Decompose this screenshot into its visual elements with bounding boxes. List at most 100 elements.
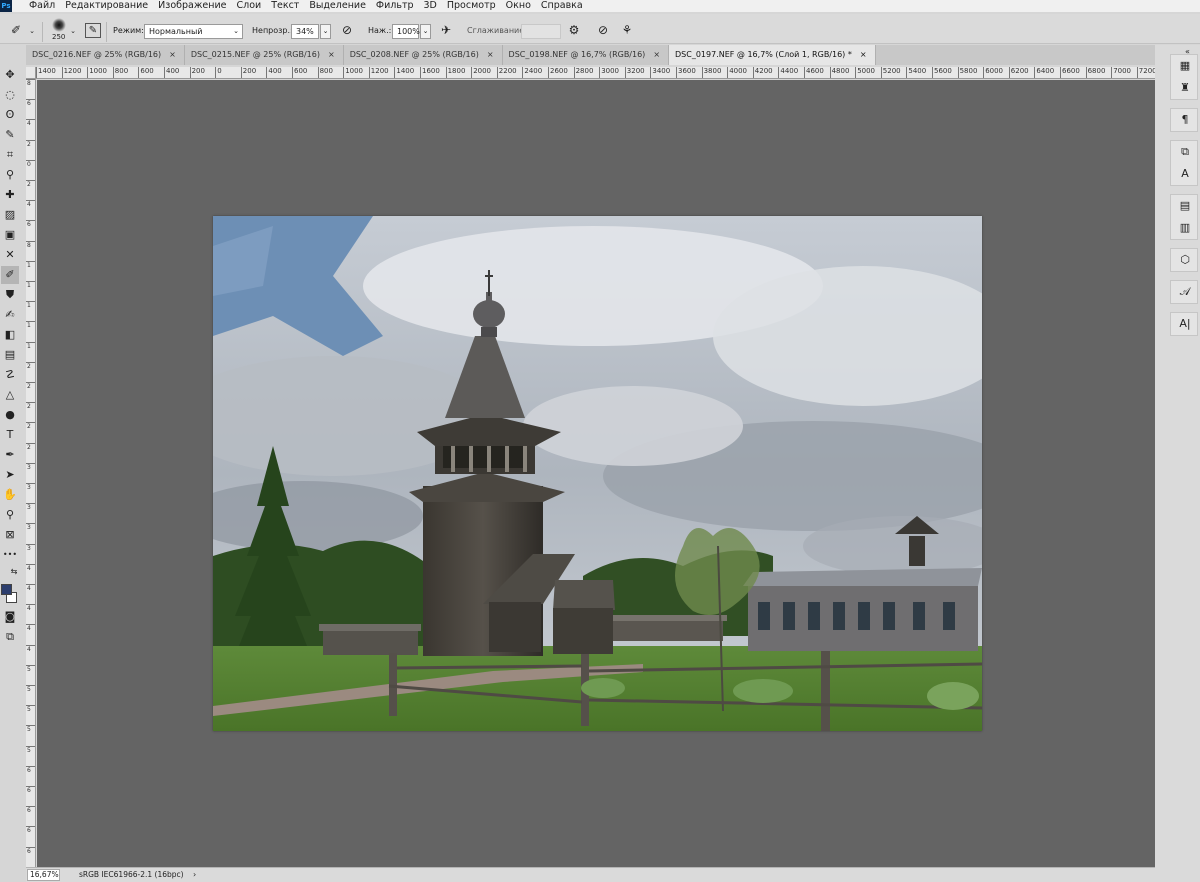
pressure-opacity-icon[interactable]: ⊘ bbox=[339, 23, 355, 37]
notes-icon[interactable]: ▥ bbox=[1171, 219, 1199, 237]
brush-preset-icon[interactable]: ✐ bbox=[8, 23, 24, 37]
ruler-tick-label: 200 bbox=[189, 67, 205, 78]
ruler-tick-label: 1200 bbox=[368, 67, 389, 78]
menu-view[interactable]: Просмотр bbox=[442, 0, 501, 12]
gradient-tool-icon[interactable]: ▤ bbox=[1, 346, 19, 364]
screen-mode-icon[interactable]: ⧉ bbox=[1, 628, 19, 646]
puppet-warp-tool-icon[interactable]: ✕ bbox=[1, 246, 19, 264]
text-tool-icon[interactable]: T bbox=[1, 426, 19, 444]
menu-help[interactable]: Справка bbox=[536, 0, 588, 12]
gear-icon[interactable]: ⚙ bbox=[566, 23, 582, 37]
menu-3d[interactable]: 3D bbox=[419, 0, 442, 12]
history-icon[interactable]: ▦ bbox=[1171, 57, 1199, 75]
swatches-icon[interactable]: ▤ bbox=[1171, 197, 1199, 215]
ruler-tick-label: 6600 bbox=[1060, 67, 1080, 78]
smudge-tool-icon[interactable]: ☡ bbox=[1, 366, 19, 384]
pressure-size-icon[interactable]: ⊘ bbox=[595, 23, 611, 37]
character-icon[interactable]: A| bbox=[1171, 315, 1199, 333]
opacity-dropdown[interactable]: ⌄ bbox=[320, 24, 331, 39]
paragraph-icon[interactable]: ¶ bbox=[1171, 111, 1199, 129]
ruler-tick-label: 4 bbox=[26, 563, 35, 572]
more-tools-icon[interactable]: ••• bbox=[1, 546, 19, 564]
patch-tool-icon[interactable]: ▨ bbox=[1, 206, 19, 224]
eraser-tool-icon[interactable]: ◧ bbox=[1, 326, 19, 344]
menu-text[interactable]: Текст bbox=[266, 0, 304, 12]
tab-dsc-0216[interactable]: DSC_0216.NEF @ 25% (RGB/16) × bbox=[26, 45, 185, 65]
panel-group: ⧉ A bbox=[1170, 140, 1198, 186]
status-menu-arrow[interactable]: › bbox=[193, 869, 196, 881]
lasso-tool-icon[interactable]: ʘ bbox=[1, 106, 19, 124]
opacity-input[interactable]: 34% bbox=[291, 24, 319, 39]
history-brush-tool-icon[interactable]: ✍ bbox=[1, 306, 19, 324]
ruler-tick-label: 5600 bbox=[932, 67, 952, 78]
close-icon[interactable]: × bbox=[487, 50, 494, 59]
hand-tool-icon[interactable]: ✋ bbox=[1, 486, 19, 504]
brush-settings-icon[interactable]: ✎ bbox=[85, 23, 101, 38]
clone-stamp-tool-icon[interactable]: ⛊ bbox=[1, 286, 19, 304]
pressure-input[interactable]: 100% bbox=[392, 24, 420, 39]
chevron-down-icon[interactable]: ⌄ bbox=[27, 24, 37, 38]
pressure-dropdown[interactable]: ⌄ bbox=[420, 24, 431, 39]
horizontal-ruler[interactable]: 1400 1200 1000 800 600 400 200 0 200 400 600 800 100… bbox=[36, 67, 1155, 79]
quick-mask-icon[interactable]: ◙ bbox=[1, 608, 19, 626]
tab-dsc-0198[interactable]: DSC_0198.NEF @ 16,7% (RGB/16) × bbox=[503, 45, 670, 65]
document-image[interactable] bbox=[213, 216, 982, 731]
pressure-label: Наж.: bbox=[368, 26, 392, 35]
tab-dsc-0215[interactable]: DSC_0215.NEF @ 25% (RGB/16) × bbox=[185, 45, 344, 65]
zoom-level-input[interactable]: 16,67% bbox=[27, 869, 60, 881]
color-profile-info[interactable]: sRGB IEC61966-2.1 (16bpc) bbox=[79, 869, 184, 881]
menu-file[interactable]: Файл bbox=[24, 0, 60, 12]
canvas-area[interactable] bbox=[37, 80, 1155, 867]
adjustments-icon[interactable]: ♜ bbox=[1171, 79, 1199, 97]
ruler-tick-label: 2 bbox=[26, 361, 35, 370]
blur-tool-icon[interactable]: △ bbox=[1, 386, 19, 404]
ruler-corner[interactable] bbox=[26, 67, 36, 79]
chevron-down-icon[interactable]: ⌄ bbox=[68, 24, 78, 38]
frame-grid-tool-icon[interactable]: ⊠ bbox=[1, 526, 19, 544]
menu-window[interactable]: Окно bbox=[501, 0, 536, 12]
smoothing-input[interactable] bbox=[521, 24, 561, 39]
menu-image[interactable]: Изображение bbox=[153, 0, 231, 12]
symmetry-icon[interactable]: ⚘ bbox=[619, 23, 635, 37]
marquee-tool-icon[interactable]: ◌ bbox=[1, 86, 19, 104]
brush-tip-preview[interactable] bbox=[52, 18, 66, 32]
character-styles-icon[interactable]: A bbox=[1171, 165, 1199, 183]
ruler-tick-label: 0 bbox=[215, 67, 222, 78]
close-icon[interactable]: × bbox=[169, 50, 176, 59]
ruler-tick-label: 5400 bbox=[906, 67, 926, 78]
close-icon[interactable]: × bbox=[328, 50, 335, 59]
vertical-ruler[interactable]: 8 6 4 2 0 2 4 6 8 1 1 1 1 1 2 2 2 2 2 3 3 3 3 3 4 4 4 4 4 5 5 5 5 5 6 6 6 6 6 bbox=[26, 79, 36, 867]
ruler-tick-label: 1 bbox=[26, 260, 35, 269]
mode-select[interactable]: Нормальный ⌄ bbox=[144, 24, 243, 39]
foreground-color-swatch[interactable] bbox=[1, 584, 12, 595]
pen-tool-icon[interactable]: ✒ bbox=[1, 446, 19, 464]
tab-dsc-0197[interactable]: DSC_0197.NEF @ 16,7% (Слой 1, RGB/16) * × bbox=[669, 45, 876, 65]
ruler-tick-label: 4400 bbox=[778, 67, 798, 78]
swap-colors-icon[interactable]: ⇆ bbox=[8, 566, 20, 578]
move-tool-icon[interactable]: ✥ bbox=[1, 66, 19, 84]
ruler-tick-label: 4 bbox=[26, 119, 35, 127]
ruler-tick-label: 2 bbox=[26, 382, 35, 390]
menu-filter[interactable]: Фильтр bbox=[371, 0, 419, 12]
tab-dsc-0208[interactable]: DSC_0208.NEF @ 25% (RGB/16) × bbox=[344, 45, 503, 65]
dodge-tool-icon[interactable]: ● bbox=[1, 406, 19, 424]
close-icon[interactable]: × bbox=[860, 50, 867, 59]
document-tabs: DSC_0216.NEF @ 25% (RGB/16) × DSC_0215.NE… bbox=[26, 45, 1155, 65]
brush-tool-icon[interactable]: ✐ bbox=[1, 266, 19, 284]
quick-select-tool-icon[interactable]: ✎ bbox=[1, 126, 19, 144]
3d-icon[interactable]: ⬡ bbox=[1171, 251, 1199, 269]
menu-select[interactable]: Выделение bbox=[304, 0, 371, 12]
ruler-tick-label: 4 bbox=[26, 604, 35, 612]
crop-tool-icon[interactable]: ⌗ bbox=[1, 146, 19, 164]
airbrush-icon[interactable]: ✈ bbox=[438, 23, 454, 37]
eyedropper-tool-icon[interactable]: ⚲ bbox=[1, 166, 19, 184]
path-select-tool-icon[interactable]: ➤ bbox=[1, 466, 19, 484]
menu-edit[interactable]: Редактирование bbox=[60, 0, 153, 12]
glyphs-icon[interactable]: 𝒜 bbox=[1171, 283, 1199, 301]
zoom-tool-icon[interactable]: ⚲ bbox=[1, 506, 19, 524]
healing-brush-tool-icon[interactable]: ✚ bbox=[1, 186, 19, 204]
menu-layers[interactable]: Слои bbox=[231, 0, 266, 12]
close-icon[interactable]: × bbox=[653, 50, 660, 59]
clone-source-icon[interactable]: ⧉ bbox=[1171, 143, 1199, 161]
frame-tool-icon[interactable]: ▣ bbox=[1, 226, 19, 244]
